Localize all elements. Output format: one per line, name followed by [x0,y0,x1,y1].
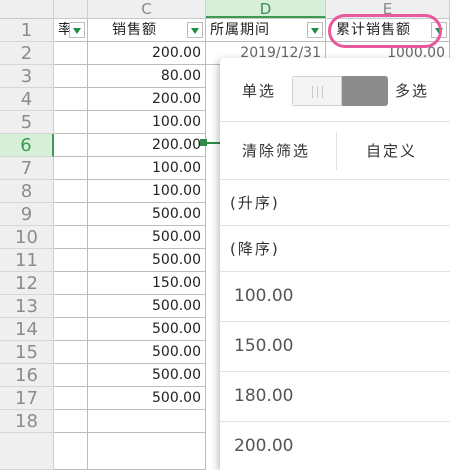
header-label: 所属期间 [210,22,270,38]
cell-b[interactable] [54,42,88,65]
selection-handle[interactable] [200,139,207,146]
cell-b[interactable] [54,295,88,318]
selection-mode-row: 单选 多选 [220,58,450,122]
cell-sales[interactable]: 100.00 [88,180,206,203]
cell-sales[interactable]: 200.00 [88,42,206,65]
filter-actions-row: 清除筛选 自定义 [220,122,450,180]
row-number[interactable]: 18 [0,410,54,433]
cell-sales[interactable]: 500.00 [88,364,206,387]
sort-descending-option[interactable]: (降序) [220,226,450,272]
column-b-header[interactable] [54,0,88,18]
corner-cell[interactable] [0,0,54,18]
cell-sales[interactable]: 500.00 [88,226,206,249]
cell-sales[interactable]: 500.00 [88,341,206,364]
cell-b[interactable] [54,410,88,433]
row-number[interactable]: 15 [0,341,54,364]
filter-panel: 单选 多选 清除筛选 自定义 (升序) (降序) 100.00 150.00 1… [220,58,450,470]
cell-sales[interactable]: 100.00 [88,111,206,134]
cell-b[interactable] [54,364,88,387]
highlight-circle [328,14,442,48]
filter-value-label: 200.00 [234,436,294,456]
cell-b[interactable] [54,433,88,470]
cell-sales[interactable]: 80.00 [88,65,206,88]
cell-sales[interactable]: 500.00 [88,295,206,318]
cell-b[interactable] [54,203,88,226]
header-cell-sales[interactable]: 销售额 [88,19,206,42]
row-number[interactable]: 13 [0,295,54,318]
row-number[interactable]: 9 [0,203,54,226]
sort-ascending-label: (升序) [230,194,280,212]
custom-filter-button[interactable]: 自定义 [366,140,417,161]
cell-sales[interactable] [88,410,206,433]
row-number[interactable]: 5 [0,111,54,134]
cell-b[interactable] [54,134,88,157]
row-number[interactable]: 14 [0,318,54,341]
header-cell-period[interactable]: 所属期间 [206,19,326,42]
toggle-knob-icon [292,76,342,106]
sort-ascending-option[interactable]: (升序) [220,180,450,226]
cell-b[interactable] [54,157,88,180]
column-c-header[interactable]: C [88,0,206,18]
filter-dropdown-icon[interactable] [69,22,85,38]
single-select-label[interactable]: 单选 [242,80,276,101]
cell-b[interactable] [54,226,88,249]
column-d-header[interactable]: D [206,0,326,18]
cell-b[interactable] [54,88,88,111]
cell-sales[interactable]: 200.00 [88,134,206,157]
clear-filter-button[interactable]: 清除筛选 [242,140,310,161]
cell-b[interactable] [54,272,88,295]
filter-value-label: 180.00 [234,386,294,406]
cell-sales[interactable]: 500.00 [88,318,206,341]
row-number[interactable]: 8 [0,180,54,203]
cell-b[interactable] [54,387,88,410]
filter-dropdown-icon[interactable] [307,22,323,38]
cell-sales[interactable]: 500.00 [88,387,206,410]
cell-b[interactable] [54,318,88,341]
row-number[interactable]: 17 [0,387,54,410]
filter-value-label: 150.00 [234,336,294,356]
row-number[interactable]: 6 [0,134,54,157]
cell-sales[interactable]: 500.00 [88,203,206,226]
sort-descending-label: (降序) [230,240,280,258]
cell-b[interactable] [54,249,88,272]
multi-select-label[interactable]: 多选 [395,80,429,101]
cell-b[interactable] [54,111,88,134]
row-number[interactable]: 16 [0,364,54,387]
divider [336,132,337,170]
cell-sales[interactable]: 200.00 [88,88,206,111]
filter-value-label: 100.00 [234,286,294,306]
row-number[interactable]: 10 [0,226,54,249]
header-cell-b[interactable]: 率 [54,19,88,42]
row-number[interactable]: 7 [0,157,54,180]
cell-sales[interactable] [88,433,206,470]
cell-sales[interactable]: 150.00 [88,272,206,295]
filter-value-option[interactable]: 150.00 [220,322,450,372]
row-number[interactable]: 11 [0,249,54,272]
row-number[interactable] [0,433,54,470]
filter-dropdown-icon[interactable] [187,22,203,38]
filter-value-option[interactable]: 180.00 [220,372,450,422]
row-number[interactable]: 4 [0,88,54,111]
row-number[interactable]: 1 [0,19,54,42]
row-number[interactable]: 12 [0,272,54,295]
cell-b[interactable] [54,180,88,203]
row-number[interactable]: 3 [0,65,54,88]
cell-b[interactable] [54,65,88,88]
cell-sales[interactable]: 100.00 [88,157,206,180]
selection-mode-toggle[interactable] [292,76,388,106]
cell-sales[interactable]: 500.00 [88,249,206,272]
header-label: 销售额 [112,22,157,38]
row-number[interactable]: 2 [0,42,54,65]
selection-border [207,142,221,144]
cell-b[interactable] [54,341,88,364]
filter-value-option[interactable]: 200.00 [220,422,450,470]
filter-value-option[interactable]: 100.00 [220,272,450,322]
